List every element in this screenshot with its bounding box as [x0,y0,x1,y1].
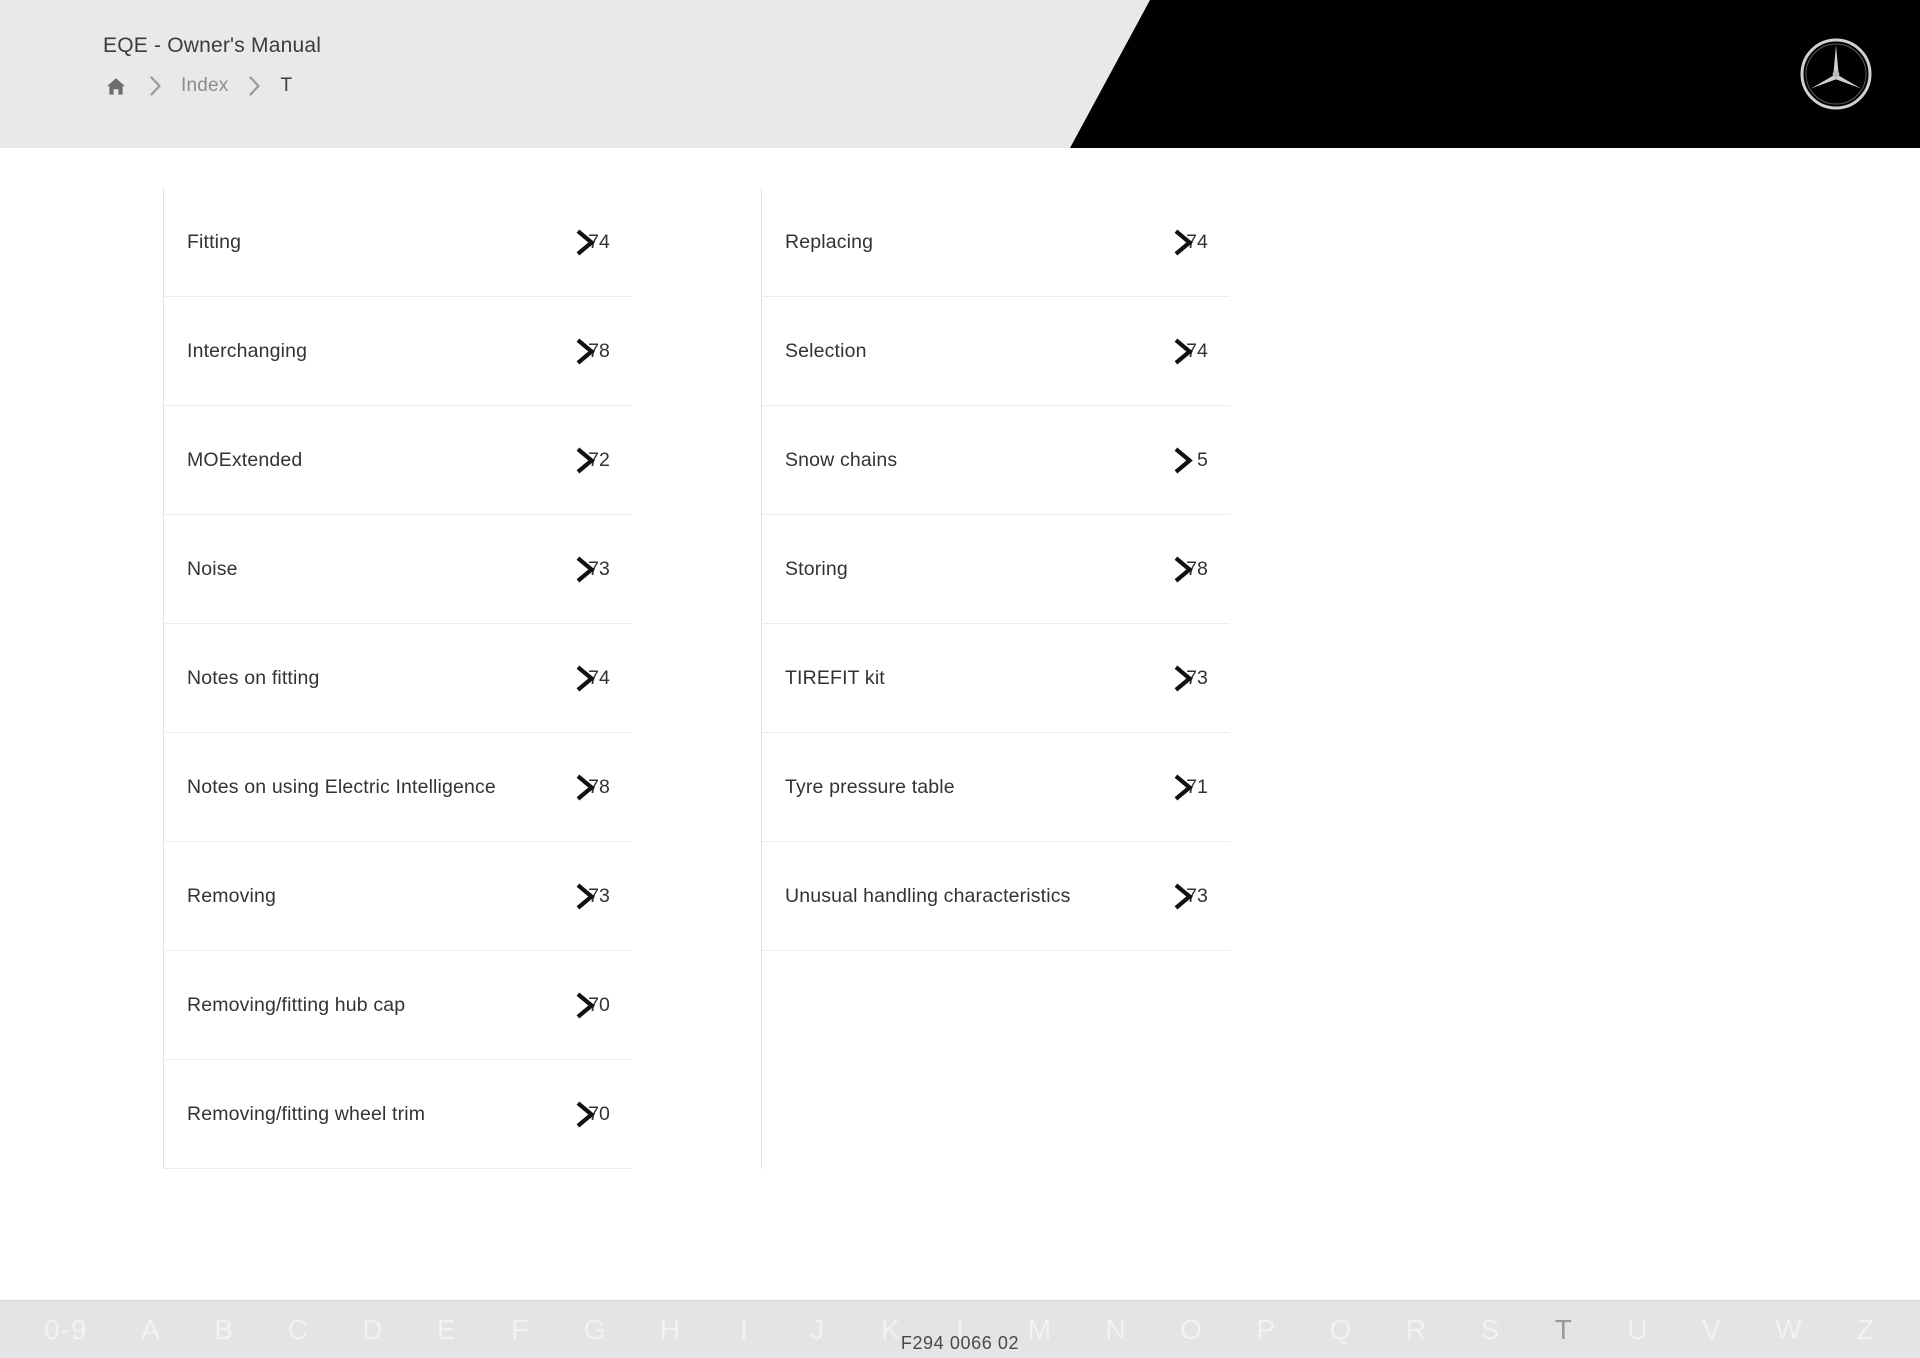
alphabet-navigation-bar: 0-9 A B C D E F G H I J K L M N O P Q R S T U V W Z F294 0066 02 [0,1300,1920,1358]
index-entry-label: MOExtended [187,449,303,471]
index-entry-page-number: 70 [588,1103,610,1125]
index-entry[interactable]: Snow chains 5 [762,406,1230,515]
index-entry-page-number: 73 [588,885,610,907]
header-text-zone: EQE - Owner's Manual Index T [0,0,321,97]
index-entry[interactable]: Selection 74 [762,297,1230,406]
index-entry-page-number: 74 [1186,231,1208,253]
index-entry-label: Unusual handling characteristics [785,885,1071,907]
index-entry[interactable]: Replacing 74 [762,188,1230,297]
chevron-right-icon [1174,447,1196,474]
index-entry[interactable]: Removing/fitting hub cap 70 [164,951,632,1060]
index-entry-label: Noise [187,558,238,580]
index-entry[interactable]: Notes on using Electric Intelligence 78 [164,733,632,842]
header-black-accent-panel [1070,0,1920,148]
index-entry-page-ref[interactable]: 70 [564,1101,610,1128]
index-entry[interactable]: Removing 73 [164,842,632,951]
index-entry-page-ref[interactable]: 73 [1162,665,1208,692]
index-entry-page-ref[interactable]: 74 [1162,338,1208,365]
index-entry-page-number: 5 [1197,449,1208,471]
index-entry-label: Snow chains [785,449,898,471]
index-entry-page-ref[interactable]: 73 [564,883,610,910]
index-entry-page-number: 78 [588,340,610,362]
index-entry-page-ref[interactable]: 71 [1162,774,1208,801]
index-content-area: Fitting 74 Interchanging 78 MOExtended 72 Nois… [0,148,1920,1300]
index-entry-page-ref[interactable]: 74 [1162,229,1208,256]
home-icon[interactable] [103,75,129,97]
breadcrumb-item-index[interactable]: Index [181,75,228,97]
index-entry-page-ref[interactable]: 72 [564,447,610,474]
index-entry-page-number: 74 [1186,340,1208,362]
breadcrumb: Index T [103,75,321,97]
index-entry-page-number: 78 [588,776,610,798]
index-entry[interactable]: Noise 73 [164,515,632,624]
chevron-right-icon [129,75,181,97]
index-columns: Fitting 74 Interchanging 78 MOExtended 72 Nois… [163,188,1920,1169]
index-entry[interactable]: MOExtended 72 [164,406,632,515]
index-column-right: Replacing 74 Selection 74 Snow chains 5 Storin… [761,188,1230,1169]
index-entry-label: Selection [785,340,867,362]
index-entry-page-number: 74 [588,667,610,689]
index-entry[interactable]: Removing/fitting wheel trim 70 [164,1060,632,1169]
index-entry-page-number: 73 [1186,667,1208,689]
manual-title: EQE - Owner's Manual [103,34,322,57]
index-entry-label: Replacing [785,231,874,253]
index-entry[interactable]: Interchanging 78 [164,297,632,406]
index-entry-page-number: 71 [1186,776,1208,798]
index-entry-page-ref[interactable]: 5 [1162,447,1208,474]
index-entry-page-number: 70 [588,994,610,1016]
index-entry-label: TIREFIT kit [785,667,885,689]
index-entry-page-ref[interactable]: 70 [564,992,610,1019]
chevron-right-icon-2 [228,75,280,97]
index-entry-page-ref[interactable]: 78 [564,774,610,801]
index-entry-label: Removing/fitting wheel trim [187,1103,426,1125]
index-entry-page-ref[interactable]: 78 [1162,556,1208,583]
index-entry-label: Fitting [187,231,242,253]
index-column-left: Fitting 74 Interchanging 78 MOExtended 72 Nois… [163,188,632,1169]
index-entry-label: Tyre pressure table [785,776,955,798]
mercedes-benz-star-logo [1798,36,1874,112]
index-entry[interactable]: Notes on fitting 74 [164,624,632,733]
index-entry-page-ref[interactable]: 73 [564,556,610,583]
document-code: F294 0066 02 [900,1333,1020,1353]
index-entry-label: Interchanging [187,340,308,362]
index-entry[interactable]: Unusual handling characteristics 73 [762,842,1230,951]
index-entry[interactable]: Tyre pressure table 71 [762,733,1230,842]
index-entry-page-ref[interactable]: 73 [1162,883,1208,910]
app-header: EQE - Owner's Manual Index T [0,0,1920,148]
index-entry[interactable]: Fitting 74 [164,188,632,297]
index-entry-page-number: 73 [588,558,610,580]
index-entry-label: Removing/fitting hub cap [187,994,406,1016]
index-entry-page-number: 74 [588,231,610,253]
index-entry-label: Notes on fitting [187,667,320,689]
index-entry-page-ref[interactable]: 74 [564,229,610,256]
index-entry-page-number: 72 [588,449,610,471]
index-entry-page-ref[interactable]: 78 [564,338,610,365]
index-entry[interactable]: Storing 78 [762,515,1230,624]
index-entry-page-number: 73 [1186,885,1208,907]
index-entry[interactable]: TIREFIT kit 73 [762,624,1230,733]
index-entry-page-number: 78 [1186,558,1208,580]
index-entry-page-ref[interactable]: 74 [564,665,610,692]
index-entry-label: Notes on using Electric Intelligence [187,776,496,798]
index-entry-label: Removing [187,885,276,907]
index-entry-label: Storing [785,558,848,580]
breadcrumb-item-current: T [280,75,293,96]
